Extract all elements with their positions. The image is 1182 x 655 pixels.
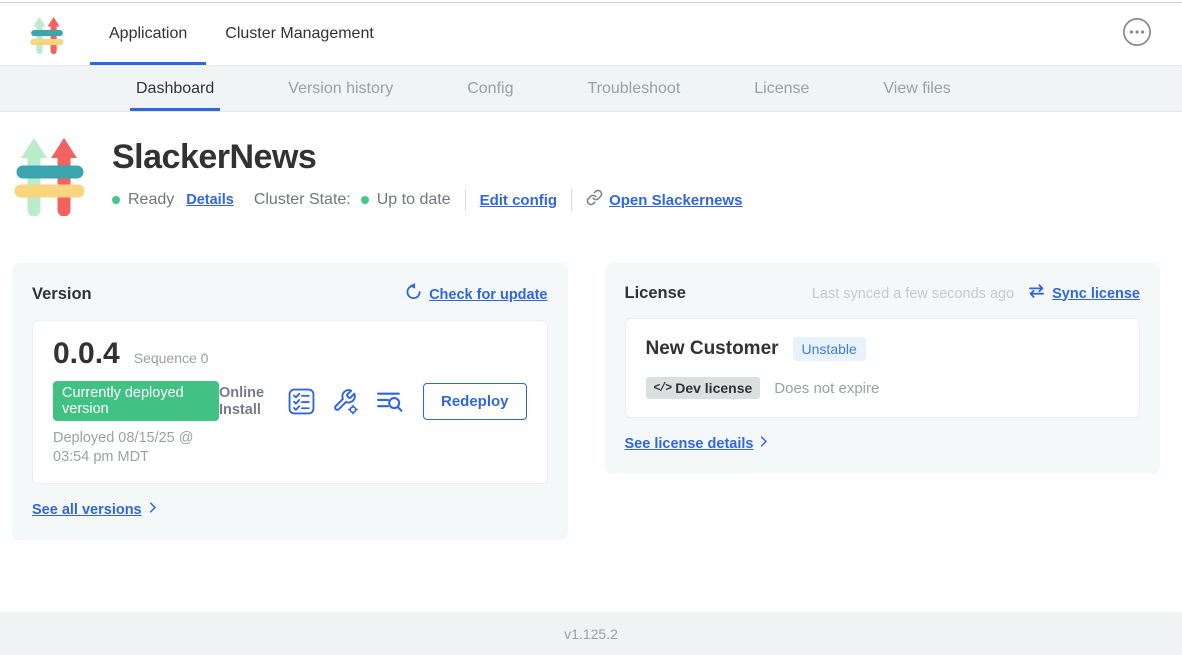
cluster-state: Up to date <box>361 191 451 209</box>
page-title: SlackerNews <box>112 138 742 177</box>
sync-license-link[interactable]: Sync license <box>1027 283 1140 304</box>
ellipsis-circle-icon <box>1122 17 1152 52</box>
app-logo-icon <box>30 15 64 54</box>
edit-config-link[interactable]: Edit config <box>480 192 558 209</box>
subnav-view-files[interactable]: View files <box>877 66 956 111</box>
app-status: Ready <box>112 191 174 209</box>
divider <box>465 189 466 211</box>
subnav-config[interactable]: Config <box>461 66 519 111</box>
details-link[interactable]: Details <box>186 192 234 208</box>
sync-arrows-icon <box>1027 283 1046 304</box>
subnav-troubleshoot[interactable]: Troubleshoot <box>581 66 686 111</box>
deployed-timestamp: Deployed 08/15/25 @ 03:54 pm MDT <box>53 429 219 467</box>
overflow-menu-button[interactable] <box>1122 17 1152 52</box>
refresh-icon <box>405 283 423 306</box>
license-type-badge: </> Dev license <box>646 377 761 399</box>
main-content: SlackerNews Ready Details Cluster State:… <box>0 112 1182 612</box>
cluster-state-label: Cluster State: <box>254 191 351 209</box>
license-type-label: Dev license <box>675 380 752 396</box>
subnav-dashboard[interactable]: Dashboard <box>130 66 220 111</box>
see-all-versions-label: See all versions <box>32 502 142 518</box>
top-navbar: Application Cluster Management <box>0 3 1182 66</box>
preflight-checks-icon[interactable] <box>288 388 315 415</box>
app-logo-large-icon <box>14 134 86 221</box>
version-info: 0.0.4 Sequence 0 Currently deployed vers… <box>53 337 219 467</box>
footer: v1.125.2 <box>0 612 1182 655</box>
subnav-version-history[interactable]: Version history <box>282 66 399 111</box>
license-card: License Last synced a few seconds ago <box>605 263 1161 474</box>
chain-link-icon <box>586 189 603 211</box>
cluster-state-dot-icon <box>361 196 369 204</box>
deployed-badge: Currently deployed version <box>53 381 219 421</box>
version-card: Version Check for update 0.0.4 Sequ <box>12 263 568 540</box>
license-details-box: New Customer Unstable </> Dev license Do… <box>625 318 1141 418</box>
open-app-link-label: Open Slackernews <box>609 192 742 209</box>
see-license-details-link[interactable]: See license details <box>625 434 1141 454</box>
app-status-row: Ready Details Cluster State: Up to date … <box>112 189 742 211</box>
chevron-right-icon <box>756 434 771 454</box>
customer-name: New Customer <box>646 338 779 360</box>
license-card-title: License <box>625 284 686 303</box>
redeploy-button[interactable]: Redeploy <box>423 383 527 420</box>
code-icon: </> <box>654 382 672 395</box>
open-app-link[interactable]: Open Slackernews <box>586 189 742 211</box>
app-header: SlackerNews Ready Details Cluster State:… <box>0 112 1182 221</box>
tab-cluster-management[interactable]: Cluster Management <box>206 3 393 65</box>
config-wrench-icon[interactable] <box>332 388 359 415</box>
top-tabs: Application Cluster Management <box>90 3 393 65</box>
status-dot-icon <box>112 196 120 204</box>
subnav-license[interactable]: License <box>748 66 815 111</box>
last-synced-label: Last synced a few seconds ago <box>812 286 1014 302</box>
version-card-title: Version <box>32 285 92 304</box>
check-for-update-link[interactable]: Check for update <box>405 283 547 306</box>
app-subnav: Dashboard Version history Config Trouble… <box>0 66 1182 112</box>
console-version-label: v1.125.2 <box>564 626 618 642</box>
app-status-label: Ready <box>128 191 174 209</box>
dashboard-cards: Version Check for update 0.0.4 Sequ <box>12 263 1160 540</box>
version-sequence: Sequence 0 <box>134 350 209 366</box>
license-expiry: Does not expire <box>774 380 879 397</box>
see-license-details-label: See license details <box>625 436 754 452</box>
tab-application[interactable]: Application <box>90 3 206 65</box>
current-version-box: 0.0.4 Sequence 0 Currently deployed vers… <box>32 320 548 484</box>
version-actions: Online Install <box>219 383 527 420</box>
cluster-state-value: Up to date <box>377 191 451 209</box>
chevron-right-icon <box>145 500 160 520</box>
divider <box>571 189 572 211</box>
check-for-update-label: Check for update <box>429 287 547 303</box>
install-type-label: Online Install <box>219 385 271 418</box>
see-all-versions-link[interactable]: See all versions <box>32 500 548 520</box>
sync-license-label: Sync license <box>1052 286 1140 302</box>
version-number: 0.0.4 <box>53 337 120 371</box>
deploy-logs-icon[interactable] <box>376 389 403 414</box>
channel-badge: Unstable <box>793 337 866 361</box>
